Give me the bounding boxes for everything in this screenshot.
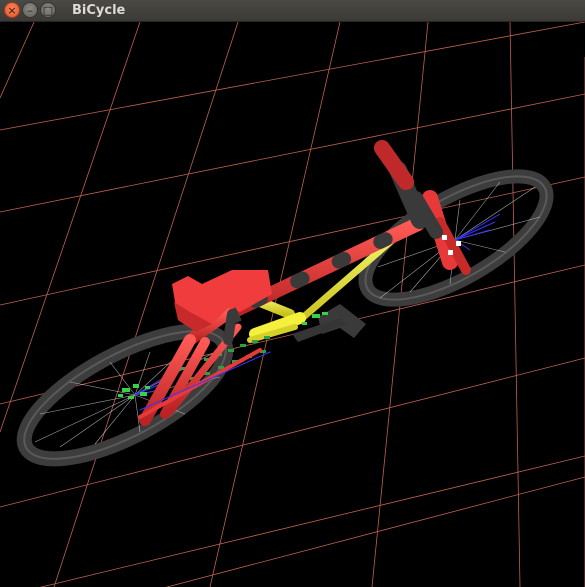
ground-grid (0, 22, 585, 587)
scene-canvas[interactable] (0, 22, 585, 587)
rear-chain-ring (118, 384, 150, 399)
window-title: BiCycle (72, 3, 126, 18)
minimize-button[interactable]: – (22, 2, 38, 18)
close-button[interactable]: × (4, 2, 20, 18)
3d-viewport[interactable] (0, 22, 585, 587)
app-window: × – □ BiCycle (0, 0, 585, 587)
pedal-crank (292, 304, 366, 342)
title-bar[interactable]: × – □ BiCycle (0, 0, 585, 22)
maximize-button[interactable]: □ (40, 2, 56, 18)
